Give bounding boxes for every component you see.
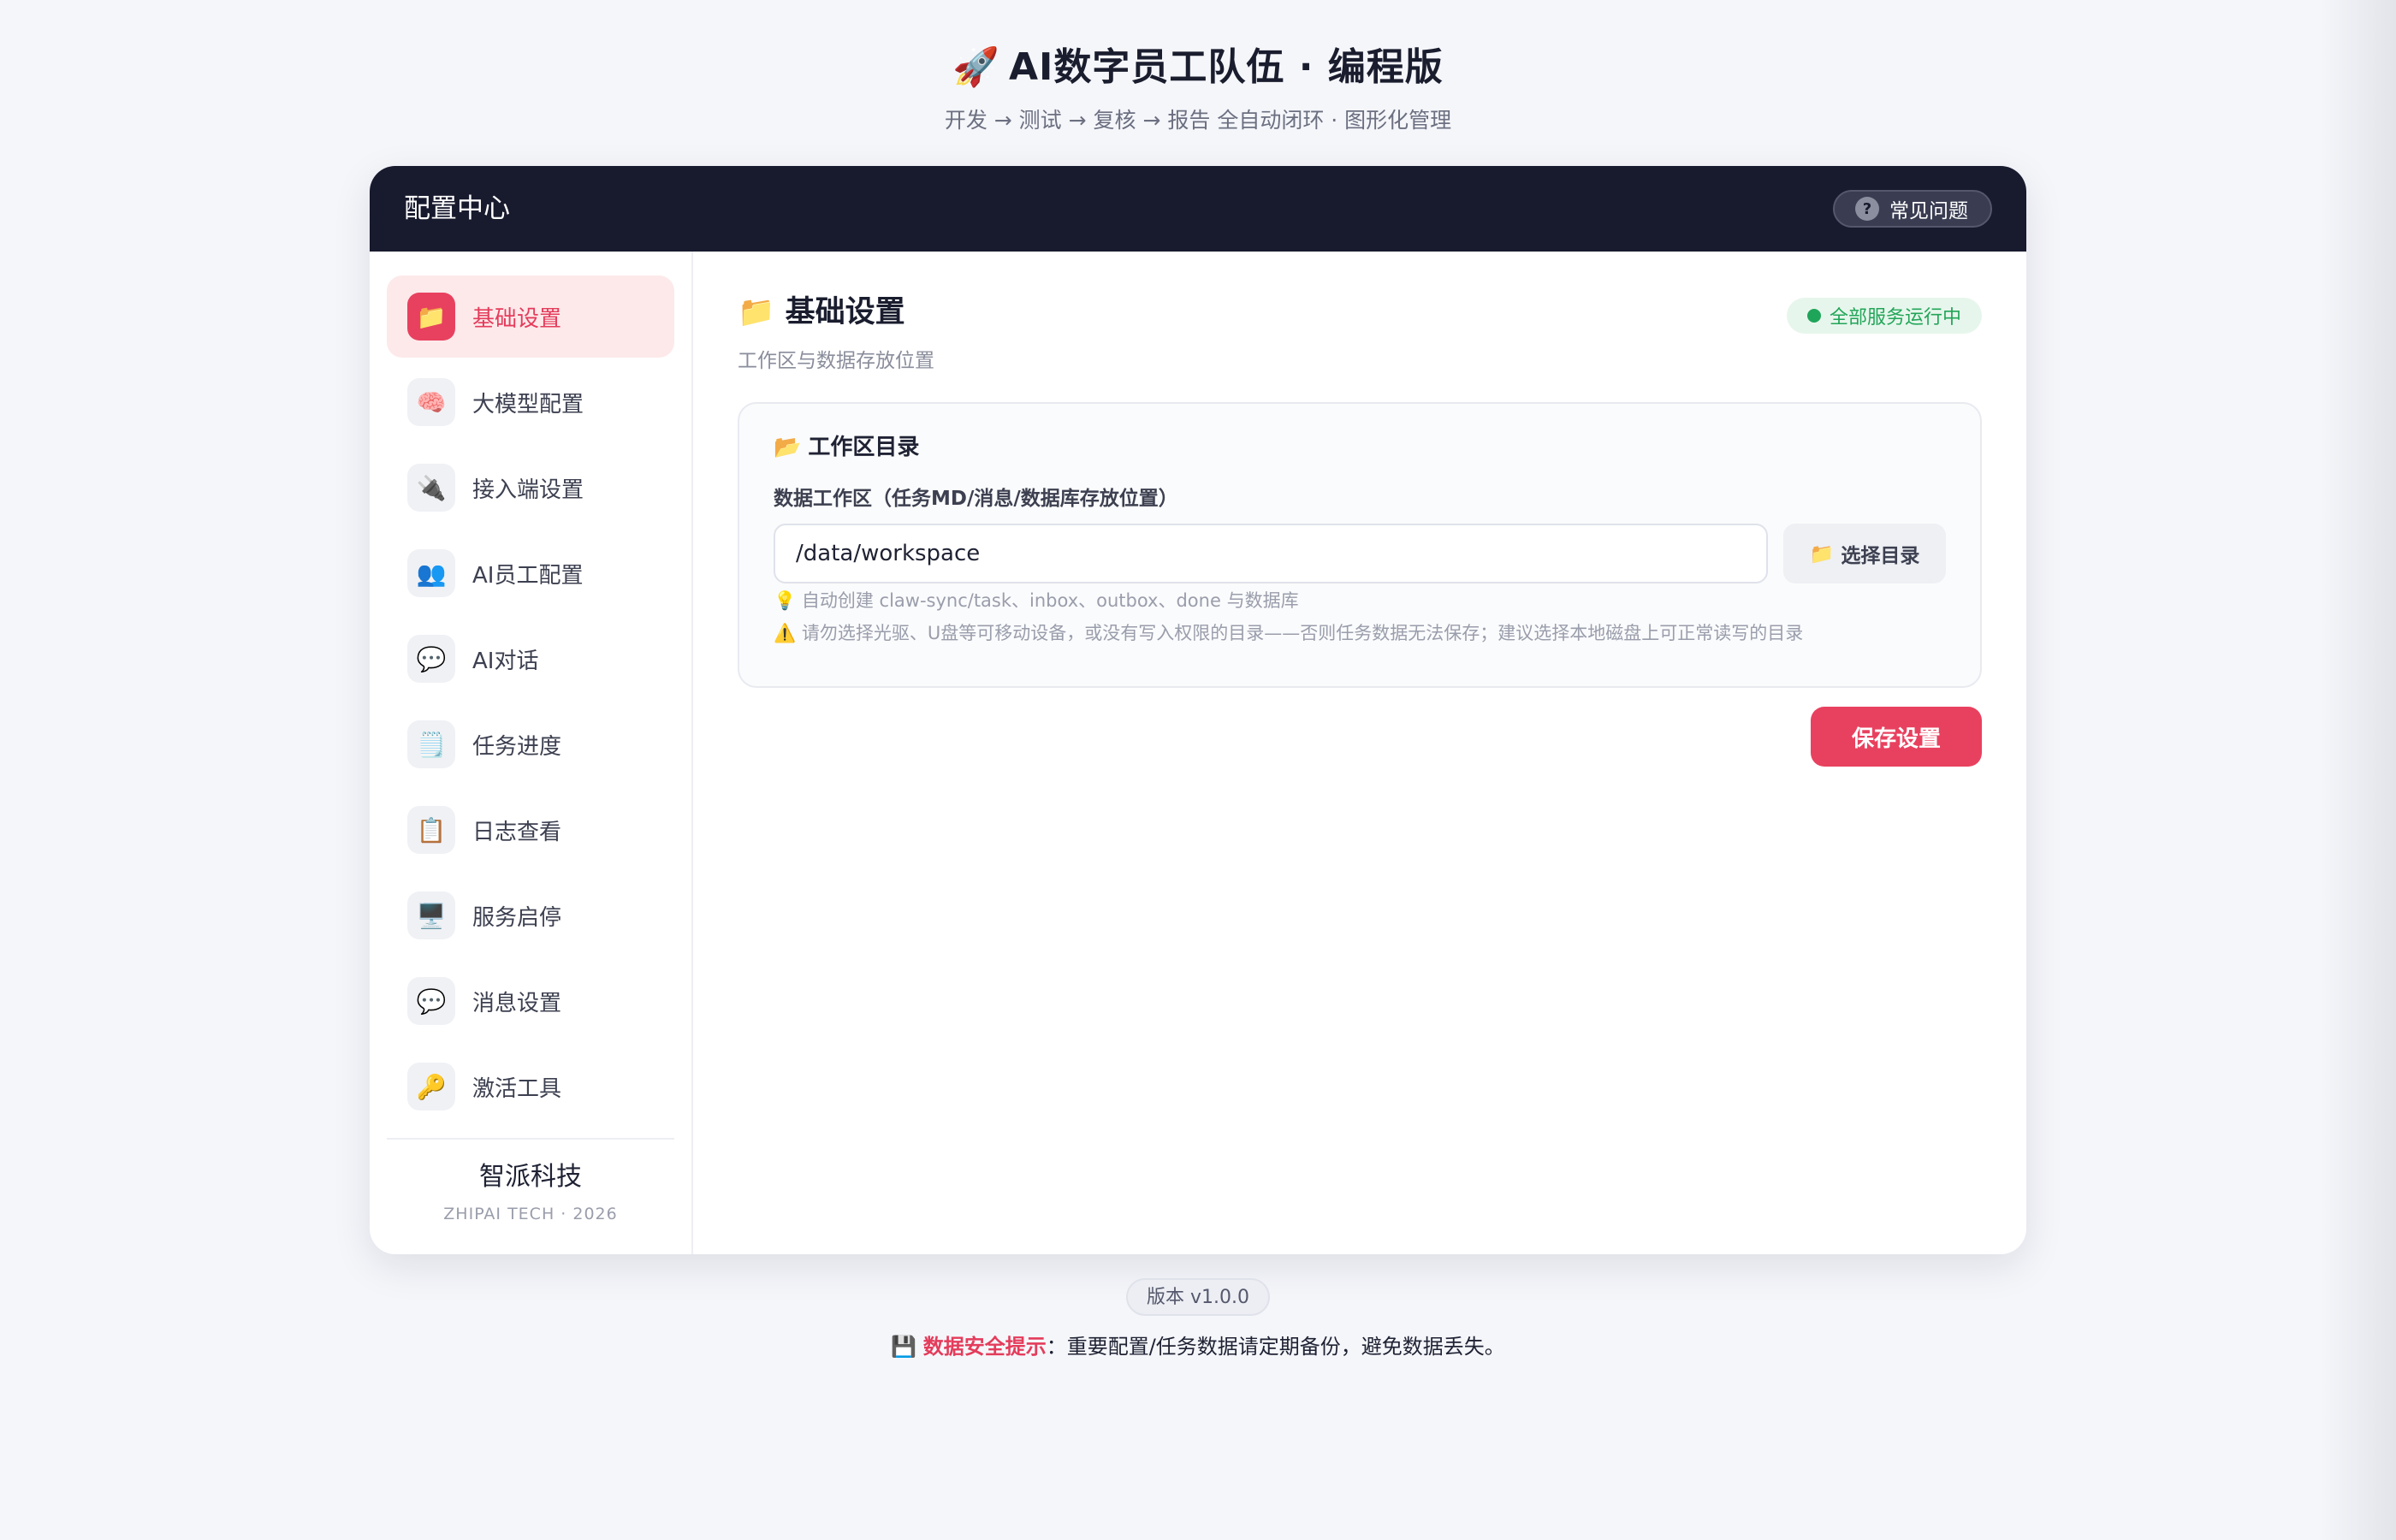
choose-directory-label: 选择目录 xyxy=(1841,545,1920,567)
panel-title-text: 工作区目录 xyxy=(808,435,920,460)
page-header: 🚀 AI数字员工队伍 · 编程版 开发 → 测试 → 复核 → 报告 全自动闭环 … xyxy=(0,39,2396,135)
plug-icon: 🔌 xyxy=(407,464,455,512)
notepad-icon: 🗒️ xyxy=(407,720,455,768)
folder-icon: 📁 xyxy=(1809,542,1835,566)
workspace-field-row: 📁 选择目录 xyxy=(774,524,1946,583)
save-settings-button[interactable]: 保存设置 xyxy=(1811,707,1982,767)
hint-text: 自动创建 claw-sync/task、inbox、outbox、done 与数… xyxy=(801,590,1299,611)
sidebar-item-label: AI对话 xyxy=(472,648,539,674)
main-content: 📁 基础设置 工作区与数据存放位置 全部服务运行中 📂 工作区目录 数据工作区（任务… xyxy=(693,252,2026,1254)
choose-directory-button[interactable]: 📁 选择目录 xyxy=(1783,524,1946,583)
folder-icon: 📁 xyxy=(407,293,455,341)
panel-title: 📂 工作区目录 xyxy=(774,431,1946,464)
sidebar-item-label: 大模型配置 xyxy=(472,391,584,418)
sidebar-item-label: 基础设置 xyxy=(472,305,562,332)
key-icon: 🔑 xyxy=(407,1063,455,1111)
version-badge: 版本 v1.0.0 xyxy=(1126,1278,1270,1316)
people-icon: 👥 xyxy=(407,549,455,597)
safety-note-strong: 数据安全提示 xyxy=(922,1335,1047,1359)
sidebar-item-ai-chat[interactable]: 💬 AI对话 xyxy=(387,618,674,700)
app-page: 🚀 AI数字员工队伍 · 编程版 开发 → 测试 → 复核 → 报告 全自动闭环 … xyxy=(0,0,2396,1540)
brand-name: 智派科技 xyxy=(479,1162,582,1192)
footer: 版本 v1.0.0 💾 数据安全提示：重要配置/任务数据请定期备份，避免数据丢失… xyxy=(0,1278,2396,1362)
config-card: 配置中心 ? 常见问题 📁 基础设置 🧠 大模型配置 🔌 接入端设置 👥 AI员… xyxy=(370,166,2026,1254)
sidebar-item-label: AI员工配置 xyxy=(472,562,584,589)
sidebar-item-endpoint-settings[interactable]: 🔌 接入端设置 xyxy=(387,447,674,529)
sidebar-item-ai-staff-config[interactable]: 👥 AI员工配置 xyxy=(387,532,674,614)
sidebar-item-activation-tool[interactable]: 🔑 激活工具 xyxy=(387,1045,674,1128)
page-subtitle: 开发 → 测试 → 复核 → 报告 全自动闭环 · 图形化管理 xyxy=(944,108,1452,133)
sidebar-item-task-progress[interactable]: 🗒️ 任务进度 xyxy=(387,703,674,785)
sidebar-item-label: 日志查看 xyxy=(472,819,562,845)
workspace-path-input[interactable] xyxy=(774,524,1768,583)
floppy-disk-icon: 💾 xyxy=(891,1335,917,1359)
chat-bubble-icon: 💬 xyxy=(407,977,455,1025)
sidebar-item-llm-config[interactable]: 🧠 大模型配置 xyxy=(387,361,674,443)
sidebar-item-label: 服务启停 xyxy=(472,904,562,931)
folder-icon: 📁 xyxy=(738,295,775,329)
page-title: 🚀 AI数字员工队伍 · 编程版 xyxy=(0,39,2396,96)
clipboard-icon: 📋 xyxy=(407,806,455,854)
sidebar-item-service-control[interactable]: 🖥️ 服务启停 xyxy=(387,874,674,957)
card-body: 📁 基础设置 🧠 大模型配置 🔌 接入端设置 👥 AI员工配置 💬 AI对话 🗒… xyxy=(370,252,2026,1254)
data-safety-note: 💾 数据安全提示：重要配置/任务数据请定期备份，避免数据丢失。 xyxy=(0,1331,2396,1362)
section-description: 工作区与数据存放位置 xyxy=(738,350,934,372)
status-text: 全部服务运行中 xyxy=(1829,307,1961,329)
card-topbar: 配置中心 ? 常见问题 xyxy=(370,166,2026,252)
hint-auto-create: 💡 自动创建 claw-sync/task、inbox、outbox、done … xyxy=(774,585,1946,616)
workspace-panel: 📂工作区目录 数据工作区（任务MD/消息/数据库存放位置） 📁 选择目录 💡 自… xyxy=(738,402,1982,688)
workspace-field-label: 数据工作区（任务MD/消息/数据库存放位置） xyxy=(774,488,1178,510)
chat-bubble-icon: 💬 xyxy=(407,635,455,683)
page-title-text: AI数字员工队伍 · 编程版 xyxy=(1009,45,1444,89)
rocket-icon: 🚀 xyxy=(952,45,1000,89)
status-badge: 全部服务运行中 xyxy=(1786,298,1982,334)
brand-subtitle: ZHIPAI TECH · 2026 xyxy=(443,1205,618,1223)
config-center-title: 配置中心 xyxy=(404,193,510,224)
sidebar-item-label: 接入端设置 xyxy=(472,477,584,503)
sidebar-item-label: 激活工具 xyxy=(472,1075,562,1102)
right-edge-shadow xyxy=(2319,0,2396,1540)
sidebar-item-basic-settings[interactable]: 📁 基础设置 xyxy=(387,275,674,358)
sidebar-item-log-view[interactable]: 📋 日志查看 xyxy=(387,789,674,871)
status-dot-icon xyxy=(1806,309,1821,323)
sidebar-item-label: 消息设置 xyxy=(472,990,562,1016)
brain-icon: 🧠 xyxy=(407,378,455,426)
sidebar: 📁 基础设置 🧠 大模型配置 🔌 接入端设置 👥 AI员工配置 💬 AI对话 🗒… xyxy=(370,252,693,1254)
section-title-text: 基础设置 xyxy=(785,295,905,329)
sidebar-item-label: 任务进度 xyxy=(472,733,562,760)
sidebar-item-message-settings[interactable]: 💬 消息设置 xyxy=(387,960,674,1042)
brand-block: 智派科技 ZHIPAI TECH · 2026 xyxy=(387,1140,674,1223)
question-icon: ? xyxy=(1855,197,1879,221)
warning-icon: ⚠️ xyxy=(774,623,797,643)
hint-text: 请勿选择光驱、U盘等可移动设备，或没有写入权限的目录——否则任务数据无法保存；建… xyxy=(801,623,1804,643)
open-folder-icon: 📂 xyxy=(774,435,802,460)
monitor-icon: 🖥️ xyxy=(407,891,455,939)
safety-note-text: ：重要配置/任务数据请定期备份，避免数据丢失。 xyxy=(1046,1335,1505,1359)
lightbulb-icon: 💡 xyxy=(774,590,797,611)
faq-button[interactable]: ? 常见问题 xyxy=(1833,190,1992,228)
section-title: 📁 基础设置 xyxy=(738,291,934,334)
section-header: 📁 基础设置 工作区与数据存放位置 全部服务运行中 xyxy=(738,291,1982,373)
hint-warning: ⚠️ 请勿选择光驱、U盘等可移动设备，或没有写入权限的目录——否则任务数据无法保… xyxy=(774,618,1946,649)
faq-label: 常见问题 xyxy=(1889,200,1968,222)
